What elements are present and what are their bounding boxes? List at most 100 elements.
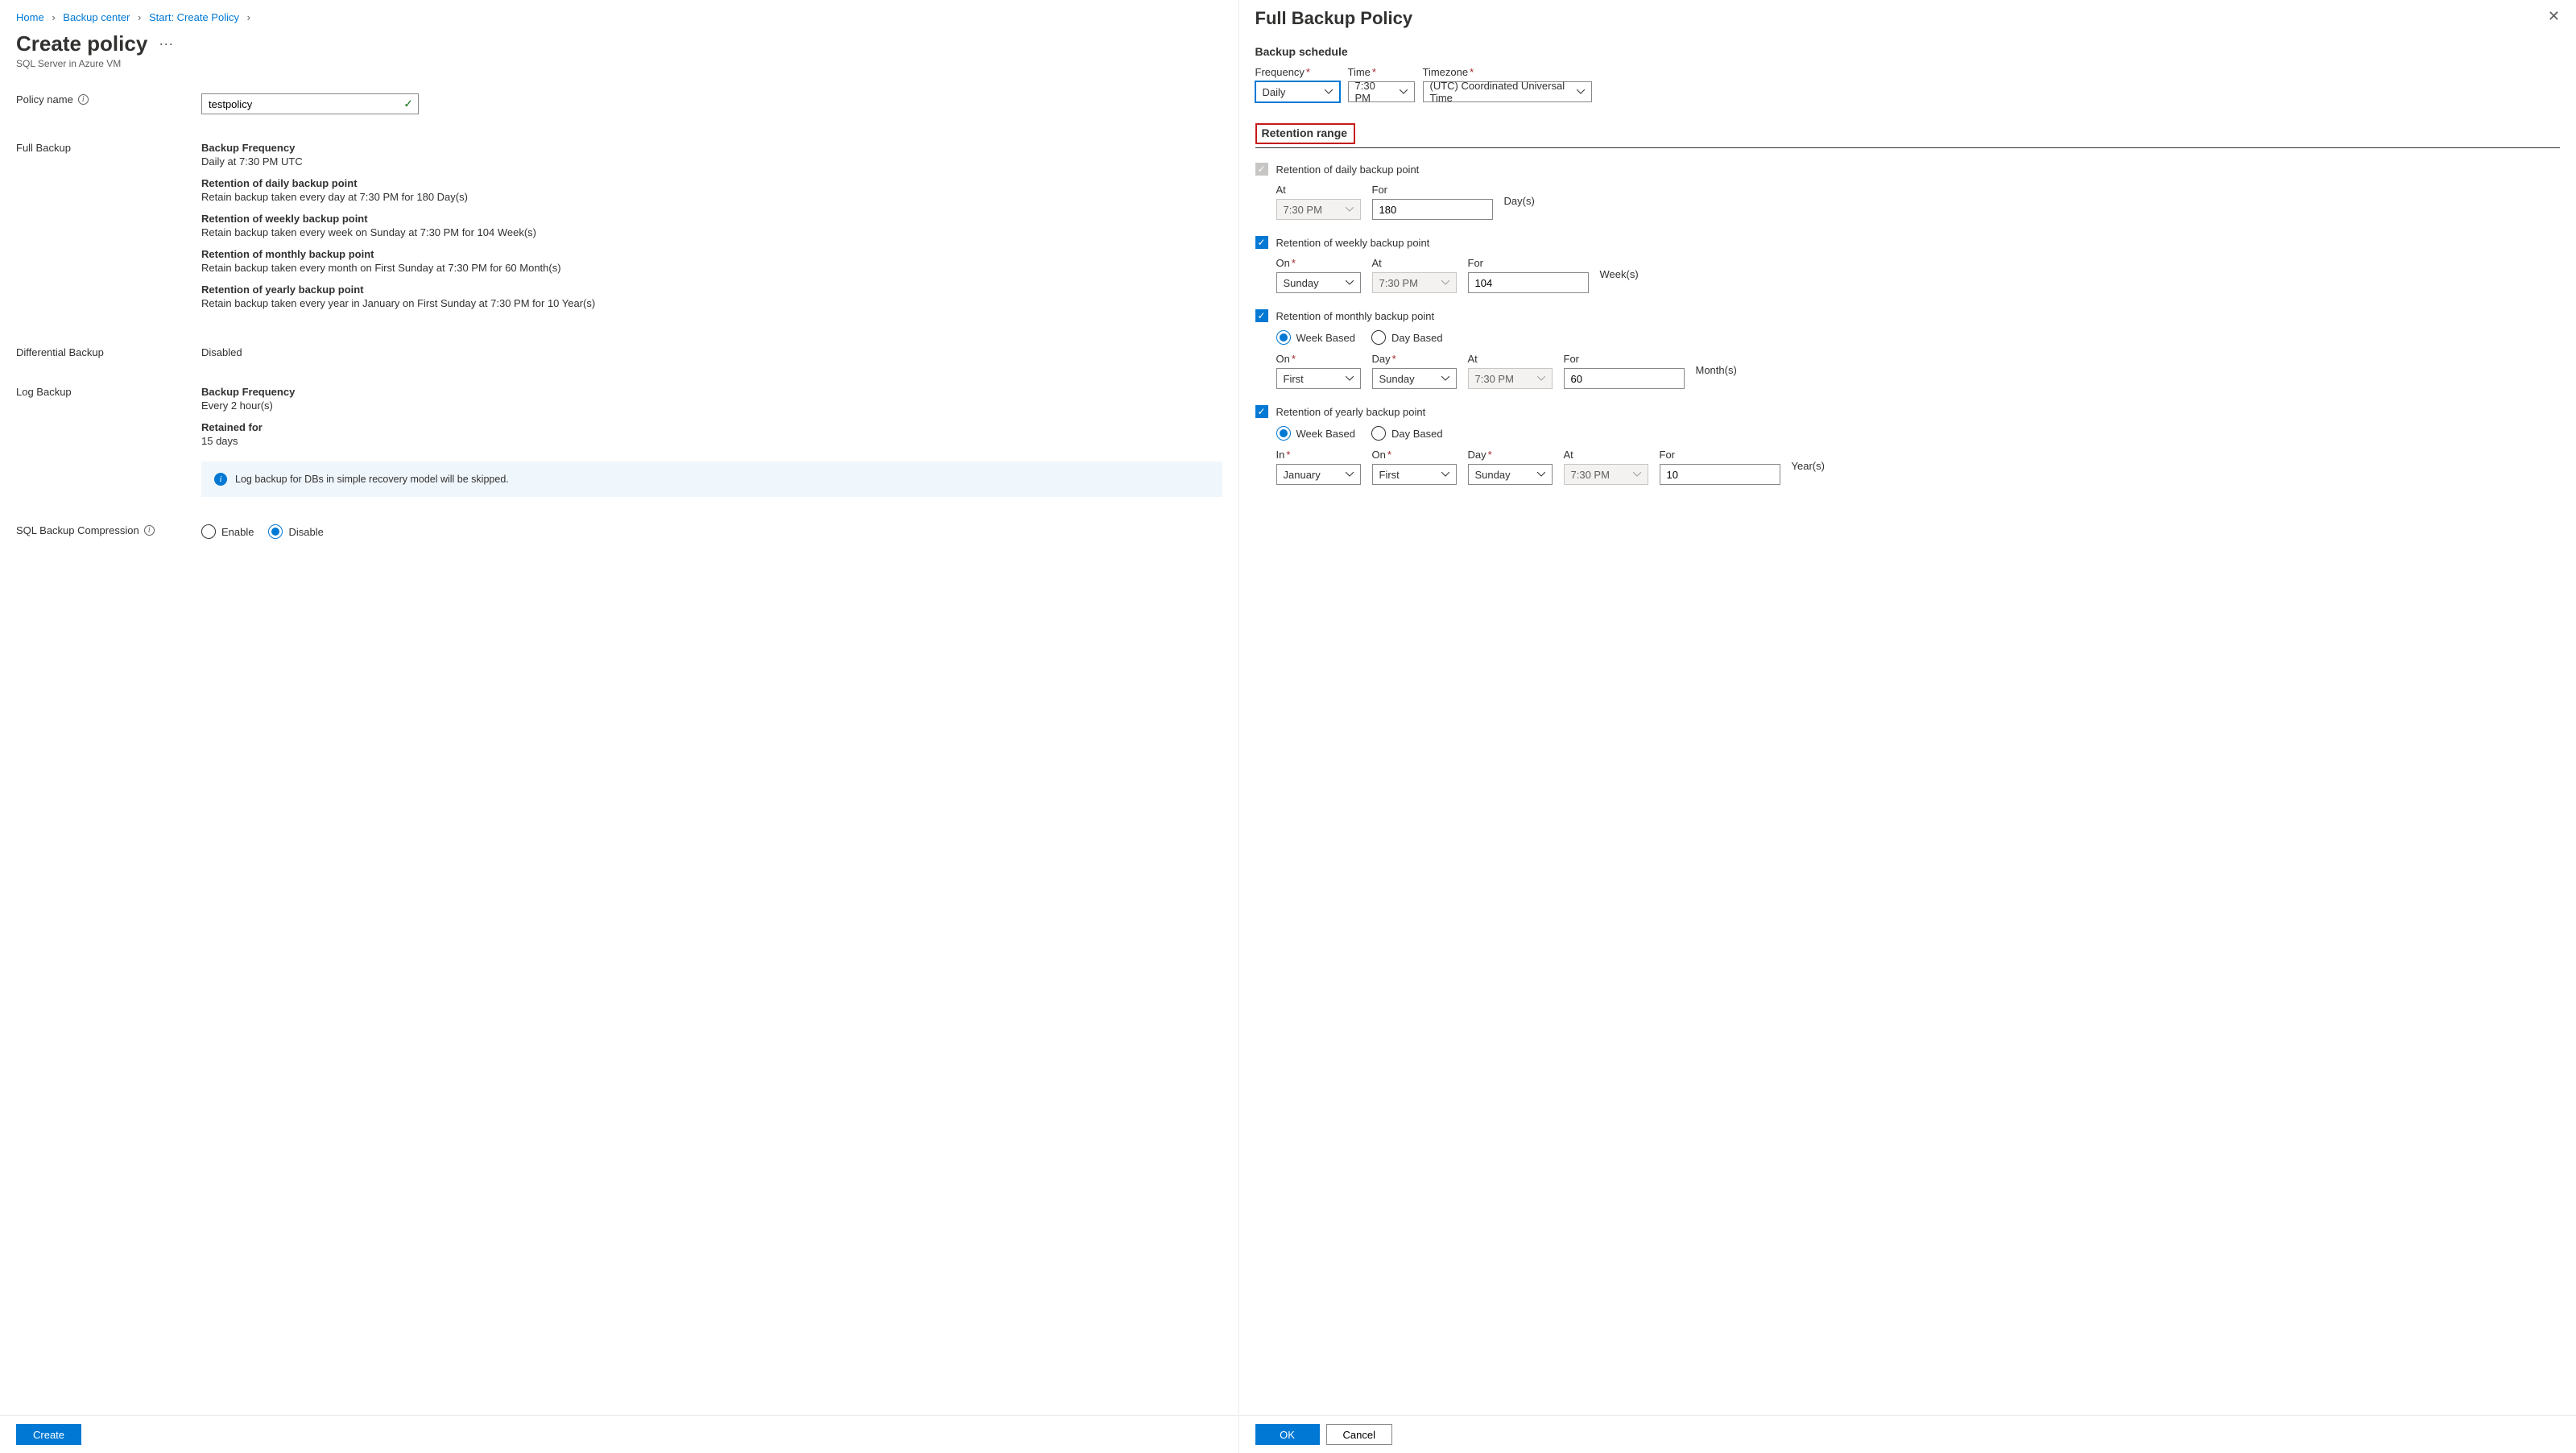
log-backup-info-text: Log backup for DBs in simple recovery mo…: [235, 474, 509, 485]
info-solid-icon: i: [214, 473, 227, 486]
weekly-suffix: Week(s): [1600, 268, 1639, 282]
create-button[interactable]: Create: [16, 1424, 81, 1445]
cancel-button[interactable]: Cancel: [1326, 1424, 1392, 1445]
monthly-for-input[interactable]: [1571, 369, 1677, 388]
timezone-dropdown[interactable]: (UTC) Coordinated Universal Time: [1423, 81, 1592, 102]
weekly-for-label: For: [1468, 257, 1589, 269]
yearly-for-input-wrapper: [1660, 464, 1780, 485]
info-icon[interactable]: i: [78, 94, 89, 105]
policy-name-label: Policy name: [16, 93, 73, 106]
time-label: Time: [1348, 66, 1371, 78]
chevron-down-icon: [1346, 207, 1354, 212]
compression-disable-radio[interactable]: Disable: [268, 524, 323, 539]
log-backup-section-label: Log Backup: [16, 386, 72, 398]
daily-retention-checkbox: ✓: [1255, 163, 1268, 176]
chevron-right-icon: ›: [247, 11, 250, 23]
valid-check-icon: ✓: [403, 97, 413, 111]
ok-button[interactable]: OK: [1255, 1424, 1320, 1445]
page-subtitle: SQL Server in Azure VM: [16, 58, 1222, 69]
chevron-down-icon: [1346, 472, 1354, 477]
weekly-on-label: On: [1276, 257, 1290, 269]
yearly-in-label: In: [1276, 449, 1285, 461]
weekly-retention-label: Retention of weekly backup point: [1276, 237, 1430, 249]
chevron-down-icon: [1441, 280, 1449, 285]
info-icon[interactable]: i: [144, 525, 155, 536]
monthly-on-dropdown[interactable]: First: [1276, 368, 1361, 389]
yearly-retention-label: Retention of yearly backup point: [1276, 406, 1426, 418]
daily-suffix: Day(s): [1504, 195, 1535, 209]
daily-for-label: For: [1372, 184, 1493, 196]
log-backup-retained-text: 15 days: [201, 435, 1222, 447]
differential-backup-text: Disabled: [201, 346, 1222, 358]
daily-retention-label: Retention of daily backup point: [1276, 164, 1420, 176]
chevron-down-icon: [1441, 376, 1449, 381]
chevron-down-icon: [1346, 280, 1354, 285]
yearly-week-based-radio[interactable]: Week Based: [1276, 426, 1355, 441]
yearly-suffix: Year(s): [1792, 460, 1825, 474]
monthly-retention-text: Retain backup taken every month on First…: [201, 262, 1222, 274]
daily-at-dropdown: 7:30 PM: [1276, 199, 1361, 220]
monthly-at-dropdown: 7:30 PM: [1468, 368, 1553, 389]
log-backup-retained-title: Retained for: [201, 421, 1222, 433]
breadcrumb-home[interactable]: Home: [16, 11, 44, 23]
policy-name-input[interactable]: [209, 94, 411, 114]
monthly-retention-label: Retention of monthly backup point: [1276, 310, 1435, 322]
differential-backup-section-label: Differential Backup: [16, 346, 104, 358]
weekly-at-dropdown: 7:30 PM: [1372, 272, 1457, 293]
yearly-on-dropdown[interactable]: First: [1372, 464, 1457, 485]
frequency-label: Frequency: [1255, 66, 1305, 78]
monthly-suffix: Month(s): [1696, 364, 1737, 378]
chevron-right-icon: ›: [52, 11, 55, 23]
weekly-on-dropdown[interactable]: Sunday: [1276, 272, 1361, 293]
monthly-retention-title: Retention of monthly backup point: [201, 248, 1222, 260]
close-icon[interactable]: ✕: [2548, 8, 2560, 25]
monthly-on-label: On: [1276, 353, 1290, 365]
breadcrumb-start-create-policy[interactable]: Start: Create Policy: [149, 11, 239, 23]
retention-range-divider: [1255, 147, 2561, 148]
chevron-down-icon: [1577, 89, 1585, 94]
retention-range-heading: Retention range: [1262, 126, 1348, 139]
monthly-for-label: For: [1564, 353, 1685, 365]
yearly-retention-checkbox[interactable]: ✓: [1255, 405, 1268, 418]
compression-enable-radio[interactable]: Enable: [201, 524, 254, 539]
yearly-day-based-radio[interactable]: Day Based: [1371, 426, 1443, 441]
chevron-down-icon: [1537, 376, 1545, 381]
time-dropdown[interactable]: 7:30 PM: [1348, 81, 1415, 102]
monthly-day-dropdown[interactable]: Sunday: [1372, 368, 1457, 389]
daily-for-input[interactable]: [1379, 200, 1486, 219]
timezone-label: Timezone: [1423, 66, 1469, 78]
chevron-down-icon: [1400, 89, 1408, 94]
retention-range-highlight: Retention range: [1255, 123, 1356, 144]
more-actions-button[interactable]: ···: [155, 35, 176, 52]
monthly-for-input-wrapper: [1564, 368, 1685, 389]
monthly-day-label: Day: [1372, 353, 1391, 365]
yearly-at-label: At: [1564, 449, 1648, 461]
chevron-down-icon: [1325, 89, 1333, 94]
monthly-retention-checkbox[interactable]: ✓: [1255, 309, 1268, 322]
frequency-dropdown[interactable]: Daily: [1255, 81, 1340, 102]
weekly-at-label: At: [1372, 257, 1457, 269]
full-backup-frequency-text: Daily at 7:30 PM UTC: [201, 155, 1222, 168]
yearly-on-label: On: [1372, 449, 1386, 461]
chevron-down-icon: [1346, 376, 1354, 381]
monthly-day-based-radio[interactable]: Day Based: [1371, 330, 1443, 345]
chevron-down-icon: [1537, 472, 1545, 477]
log-backup-frequency-text: Every 2 hour(s): [201, 399, 1222, 412]
breadcrumb-backup-center[interactable]: Backup center: [63, 11, 130, 23]
yearly-at-dropdown: 7:30 PM: [1564, 464, 1648, 485]
page-title: Create policy: [16, 31, 147, 56]
monthly-week-based-radio[interactable]: Week Based: [1276, 330, 1355, 345]
yearly-day-dropdown[interactable]: Sunday: [1468, 464, 1553, 485]
weekly-for-input[interactable]: [1475, 273, 1582, 292]
monthly-at-label: At: [1468, 353, 1553, 365]
panel-title: Full Backup Policy: [1255, 8, 1413, 29]
daily-retention-text: Retain backup taken every day at 7:30 PM…: [201, 191, 1222, 203]
policy-name-input-wrapper: ✓: [201, 93, 419, 114]
yearly-for-input[interactable]: [1667, 465, 1773, 484]
weekly-retention-checkbox[interactable]: ✓: [1255, 236, 1268, 249]
log-backup-info-box: i Log backup for DBs in simple recovery …: [201, 462, 1222, 497]
yearly-in-dropdown[interactable]: January: [1276, 464, 1361, 485]
weekly-retention-title: Retention of weekly backup point: [201, 213, 1222, 225]
compression-section-label: SQL Backup Compression: [16, 524, 139, 536]
yearly-retention-title: Retention of yearly backup point: [201, 284, 1222, 296]
